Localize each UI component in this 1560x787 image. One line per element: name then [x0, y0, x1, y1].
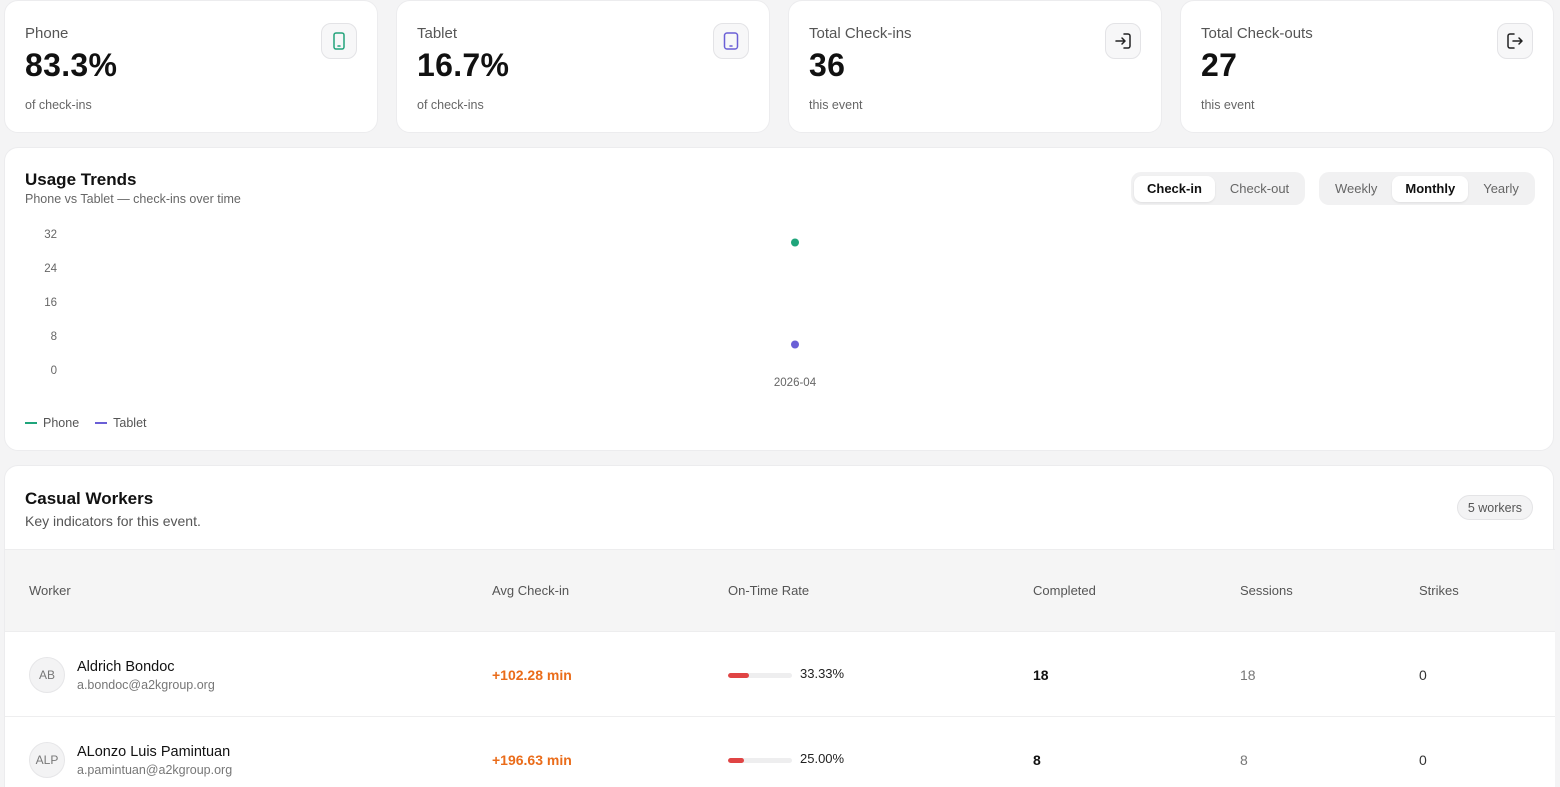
logout-icon — [1497, 23, 1533, 59]
data-point-tablet[interactable] — [791, 340, 799, 349]
casual-workers-panel: Casual Workers Key indicators for this e… — [4, 465, 1555, 787]
y-tick-label: 0 — [51, 365, 57, 377]
usage-trends-panel: Usage Trends Phone vs Tablet — check-ins… — [4, 147, 1554, 451]
sessions-count: 18 — [1240, 667, 1256, 683]
worker-email: a.bondoc@a2kgroup.org — [77, 678, 215, 692]
column-header-strikes[interactable]: Strikes — [1419, 583, 1459, 598]
stat-label: Tablet — [417, 25, 458, 42]
legend-swatch-phone — [25, 422, 37, 424]
stat-card-phone: Phone 83.3% of check-ins — [4, 0, 378, 133]
avatar: AB — [29, 657, 65, 693]
phone-icon — [321, 23, 357, 59]
tablet-icon — [713, 23, 749, 59]
on-time-rate: 25.00% — [800, 751, 845, 766]
strikes-count: 0 — [1419, 752, 1427, 768]
y-tick-label: 16 — [44, 297, 57, 309]
stat-value: 36 — [809, 47, 846, 83]
stat-value: 27 — [1201, 47, 1238, 83]
on-time-rate-fill — [728, 758, 744, 763]
column-header-on-time-rate[interactable]: On-Time Rate — [728, 583, 809, 598]
legend-item-tablet[interactable]: Tablet — [95, 416, 147, 430]
column-header-sessions[interactable]: Sessions — [1240, 583, 1293, 598]
on-time-rate: 33.33% — [800, 666, 845, 681]
strikes-count: 0 — [1419, 667, 1427, 683]
stat-sub: of check-ins — [25, 98, 92, 112]
on-time-rate-fill — [728, 673, 750, 678]
stat-label: Phone — [25, 25, 69, 42]
worker-name: ALonzo Luis Pamintuan — [77, 744, 231, 760]
data-point-phone[interactable] — [791, 238, 799, 247]
column-header-worker[interactable]: Worker — [29, 583, 71, 598]
avatar: ALP — [29, 742, 65, 778]
chart-legend: Phone Tablet — [25, 416, 147, 430]
avg-check-in: +196.63 min — [492, 752, 572, 768]
stat-card-total-checkouts: Total Check-outs 27 this event — [1180, 0, 1554, 133]
usage-trends-chart: 0 8 16 24 32 2026-04 — [44, 229, 817, 389]
stat-sub: this event — [809, 98, 863, 112]
on-time-rate-bar — [728, 673, 792, 678]
legend-label: Tablet — [113, 416, 147, 430]
panel-subtitle: Key indicators for this event. — [25, 513, 201, 529]
stat-card-total-checkins: Total Check-ins 36 this event — [788, 0, 1162, 133]
worker-name: Aldrich Bondoc — [77, 659, 175, 675]
worker-count-badge: 5 workers — [1456, 495, 1533, 520]
stat-card-tablet: Tablet 16.7% of check-ins — [396, 0, 770, 133]
login-icon — [1105, 23, 1141, 59]
stat-label: Total Check-ins — [809, 25, 912, 42]
table-row[interactable]: ALP ALonzo Luis Pamintuan a.pamintuan@a2… — [5, 717, 1555, 787]
on-time-rate-bar — [728, 758, 792, 763]
stat-sub: of check-ins — [417, 98, 484, 112]
table-header: Worker Avg Check-in On-Time Rate Complet… — [5, 549, 1555, 632]
completed-count: 8 — [1033, 752, 1041, 768]
legend-swatch-tablet — [95, 422, 108, 424]
panel-title: Casual Workers — [25, 489, 154, 508]
sessions-count: 8 — [1240, 752, 1248, 768]
stat-label: Total Check-outs — [1201, 25, 1313, 42]
stat-value: 83.3% — [25, 47, 118, 83]
x-tick-label: 2026-04 — [774, 377, 817, 389]
legend-label: Phone — [43, 416, 80, 430]
stat-sub: this event — [1201, 98, 1255, 112]
y-tick-label: 32 — [44, 229, 57, 241]
table-row[interactable]: AB Aldrich Bondoc a.bondoc@a2kgroup.org … — [5, 632, 1555, 717]
y-tick-label: 8 — [51, 331, 57, 343]
y-tick-label: 24 — [44, 263, 57, 275]
avg-check-in: +102.28 min — [492, 667, 572, 683]
stat-value: 16.7% — [417, 47, 510, 83]
column-header-completed[interactable]: Completed — [1033, 583, 1096, 598]
column-header-avg-check-in[interactable]: Avg Check-in — [492, 583, 569, 598]
completed-count: 18 — [1033, 667, 1049, 683]
legend-item-phone[interactable]: Phone — [25, 416, 79, 430]
worker-email: a.pamintuan@a2kgroup.org — [77, 763, 233, 777]
